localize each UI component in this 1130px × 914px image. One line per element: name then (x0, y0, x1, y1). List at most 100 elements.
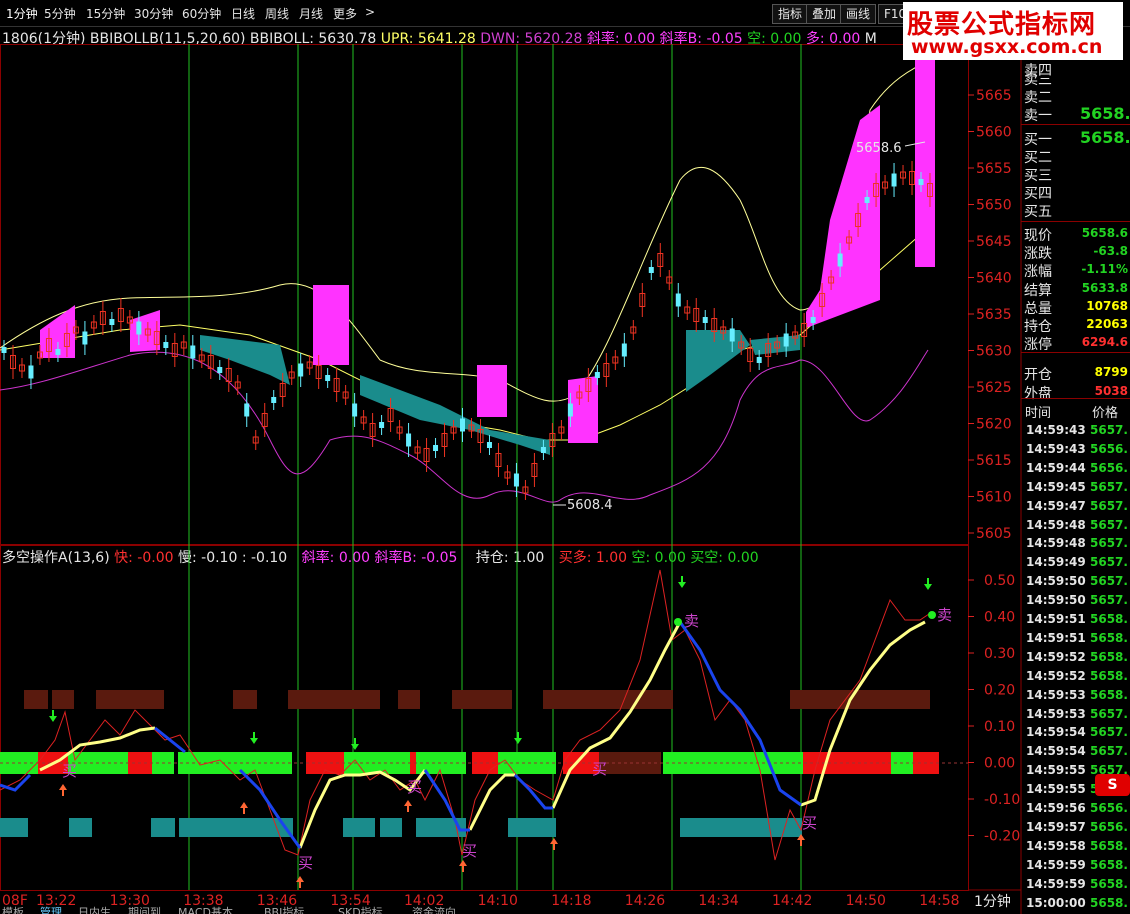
sub-axis: 0.50 0.40 0.30 0.20 0.10 0.00 -0.10 -0.20 (968, 573, 1020, 845)
buy-signal: 买 (802, 814, 817, 832)
state-bar (398, 690, 420, 709)
tick-row: 14:59:54 5657. (1026, 744, 1128, 758)
ticks-price-header: 价格 (1092, 406, 1119, 421)
tick-row: 14:59:53 5657. (1026, 706, 1128, 721)
tick-row: 14:59:56 5656. (1026, 801, 1128, 815)
band-green (344, 752, 410, 774)
tick-price: 5657. (1090, 744, 1128, 759)
chart-canvas[interactable]: 5665 5660 5655 5650 5645 5640 5635 5630 5625 5620… (0, 0, 1130, 914)
up-arrow-icon (550, 838, 558, 850)
buy-signal: 买 (298, 854, 313, 872)
candle-body (621, 343, 627, 357)
tick-time: 14:59:48 (1026, 536, 1086, 551)
bid1-price: 5658. (1080, 128, 1130, 147)
quote-label: 持仓 (1024, 319, 1052, 335)
quote-label: 结算 (1024, 282, 1052, 299)
quote-label: 现价 (1024, 228, 1052, 244)
tick-time: 15:00:00 (1026, 895, 1086, 910)
tick-time: 14:59:54 (1026, 725, 1086, 740)
quote-value: 5633.8 (1081, 280, 1128, 295)
candle-body (136, 321, 142, 335)
candle-body (756, 357, 762, 363)
tick-time: 14:59:43 (1026, 423, 1086, 437)
price-tick-label: 5625 (976, 380, 1012, 396)
quote-value: 5038 (1094, 383, 1128, 398)
candle-body (298, 363, 304, 377)
candle-body (109, 319, 115, 325)
down-arrow-icon (514, 732, 522, 744)
quote-label: 开仓 (1024, 367, 1052, 384)
bear-block (686, 330, 750, 392)
book-divider (1021, 124, 1130, 125)
price-tick-label: 5605 (976, 526, 1012, 542)
ask1-price: 5658. (1080, 104, 1130, 123)
sell-level-label: 卖一 (1024, 108, 1052, 124)
bull-block (313, 285, 349, 365)
sub-tick-label: 0.50 (984, 573, 1015, 589)
bull-block (806, 105, 880, 328)
price-tick-label: 5615 (976, 453, 1012, 469)
candle-body (55, 349, 61, 355)
tick-price: 5656. (1090, 441, 1128, 456)
buy-signal: 买 (407, 778, 422, 796)
candle-body (28, 365, 34, 379)
candle-body (163, 342, 169, 348)
bottom-tab[interactable]: 模板 (2, 904, 24, 914)
s-badge-icon[interactable]: S (1095, 774, 1130, 796)
price-tick-label: 5650 (976, 198, 1012, 214)
tick-time: 14:59:50 (1026, 593, 1086, 608)
tick-row: 14:59:48 5657. (1026, 518, 1128, 532)
sell-level-label: 卖二 (1024, 90, 1052, 106)
down-arrow-icon (678, 576, 686, 588)
tick-price: 5658. (1090, 668, 1128, 683)
candle-body (540, 447, 546, 453)
candle-body (864, 197, 870, 203)
tick-price: 5657. (1090, 725, 1128, 740)
tick-price: 5657. (1090, 555, 1128, 570)
bottom-tab[interactable]: BBI指标 (264, 904, 304, 914)
bottom-tab[interactable]: MACD基本 (178, 904, 233, 914)
candle-body (406, 433, 412, 447)
state-bar (452, 690, 512, 709)
sell-signal: 卖 (937, 606, 952, 624)
tick-time: 14:59:53 (1026, 706, 1086, 721)
tick-time: 14:59:55 (1026, 763, 1086, 778)
tick-time: 14:59:57 (1026, 819, 1086, 834)
state-bar (543, 690, 673, 709)
tick-time: 14:59:55 (1026, 782, 1086, 797)
candle-body (729, 328, 735, 342)
sub-tick-label: 0.00 (984, 756, 1015, 772)
tick-price: 5658. (1090, 630, 1128, 645)
tick-price: 5658. (1090, 838, 1128, 853)
tick-row: 14:59:50 5657. (1026, 574, 1128, 589)
candle-body (783, 333, 789, 347)
buy-level-label: 买四 (1024, 186, 1052, 202)
sell-dot (674, 618, 682, 626)
tick-row: 14:59:44 5656. (1026, 461, 1128, 475)
tick-price: 5658. (1090, 649, 1128, 664)
quote-value: -1.11% (1081, 262, 1128, 277)
up-arrow-icon (404, 800, 412, 812)
price-tick-label: 5665 (976, 88, 1012, 104)
state-bar (508, 818, 556, 837)
quote-value: 22063 (1086, 317, 1128, 331)
state-bar (680, 818, 802, 837)
down-arrow-icon (351, 738, 359, 750)
bottom-tab[interactable]: 日内生 (78, 904, 111, 914)
down-arrow-icon (49, 710, 57, 722)
price-tick-label: 5635 (976, 307, 1012, 323)
tick-row: 14:59:59 5658. (1026, 877, 1128, 891)
tick-row: 14:59:57 5656. (1026, 819, 1128, 834)
tick-time: 14:59:50 (1026, 574, 1086, 589)
up-arrow-icon (240, 802, 248, 814)
candle-body (379, 422, 385, 428)
bottom-tab[interactable]: 管理 (40, 904, 62, 914)
lower-state-bars (0, 818, 802, 837)
bottom-tab[interactable]: SKD指标 (338, 904, 383, 914)
bottom-tab[interactable]: 资金流向 (412, 904, 456, 914)
candle-body (190, 345, 196, 359)
bull-block (477, 365, 507, 417)
tick-row: 14:59:48 5657. (1026, 536, 1128, 551)
bottom-tab[interactable]: 期间到 (128, 904, 161, 914)
candle-body (217, 367, 223, 373)
